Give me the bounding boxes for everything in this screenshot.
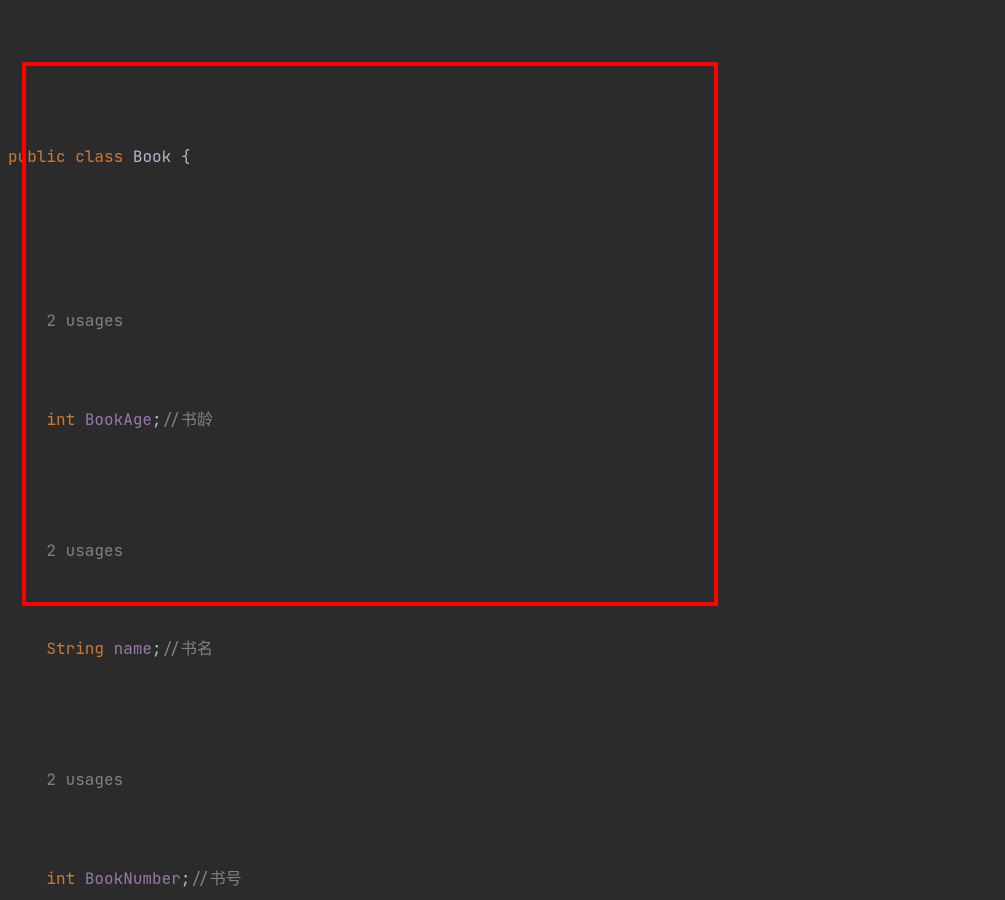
- line-class-decl: public class Book {: [4, 141, 1005, 174]
- usages-hint: 2 usages: [4, 764, 1005, 797]
- field-name: String name;//书名: [4, 633, 1005, 666]
- field-bookage: int BookAge;//书龄: [4, 404, 1005, 437]
- field-booknumber: int BookNumber;//书号: [4, 863, 1005, 896]
- usages-hint: 2 usages: [4, 305, 1005, 338]
- class-name: Book: [133, 146, 171, 167]
- open-brace: {: [171, 146, 190, 167]
- kw-class: class: [75, 146, 123, 167]
- kw-public: public: [8, 146, 66, 167]
- code-editor[interactable]: public class Book { 2 usages int BookAge…: [0, 0, 1005, 900]
- usages-hint: 2 usages: [4, 535, 1005, 568]
